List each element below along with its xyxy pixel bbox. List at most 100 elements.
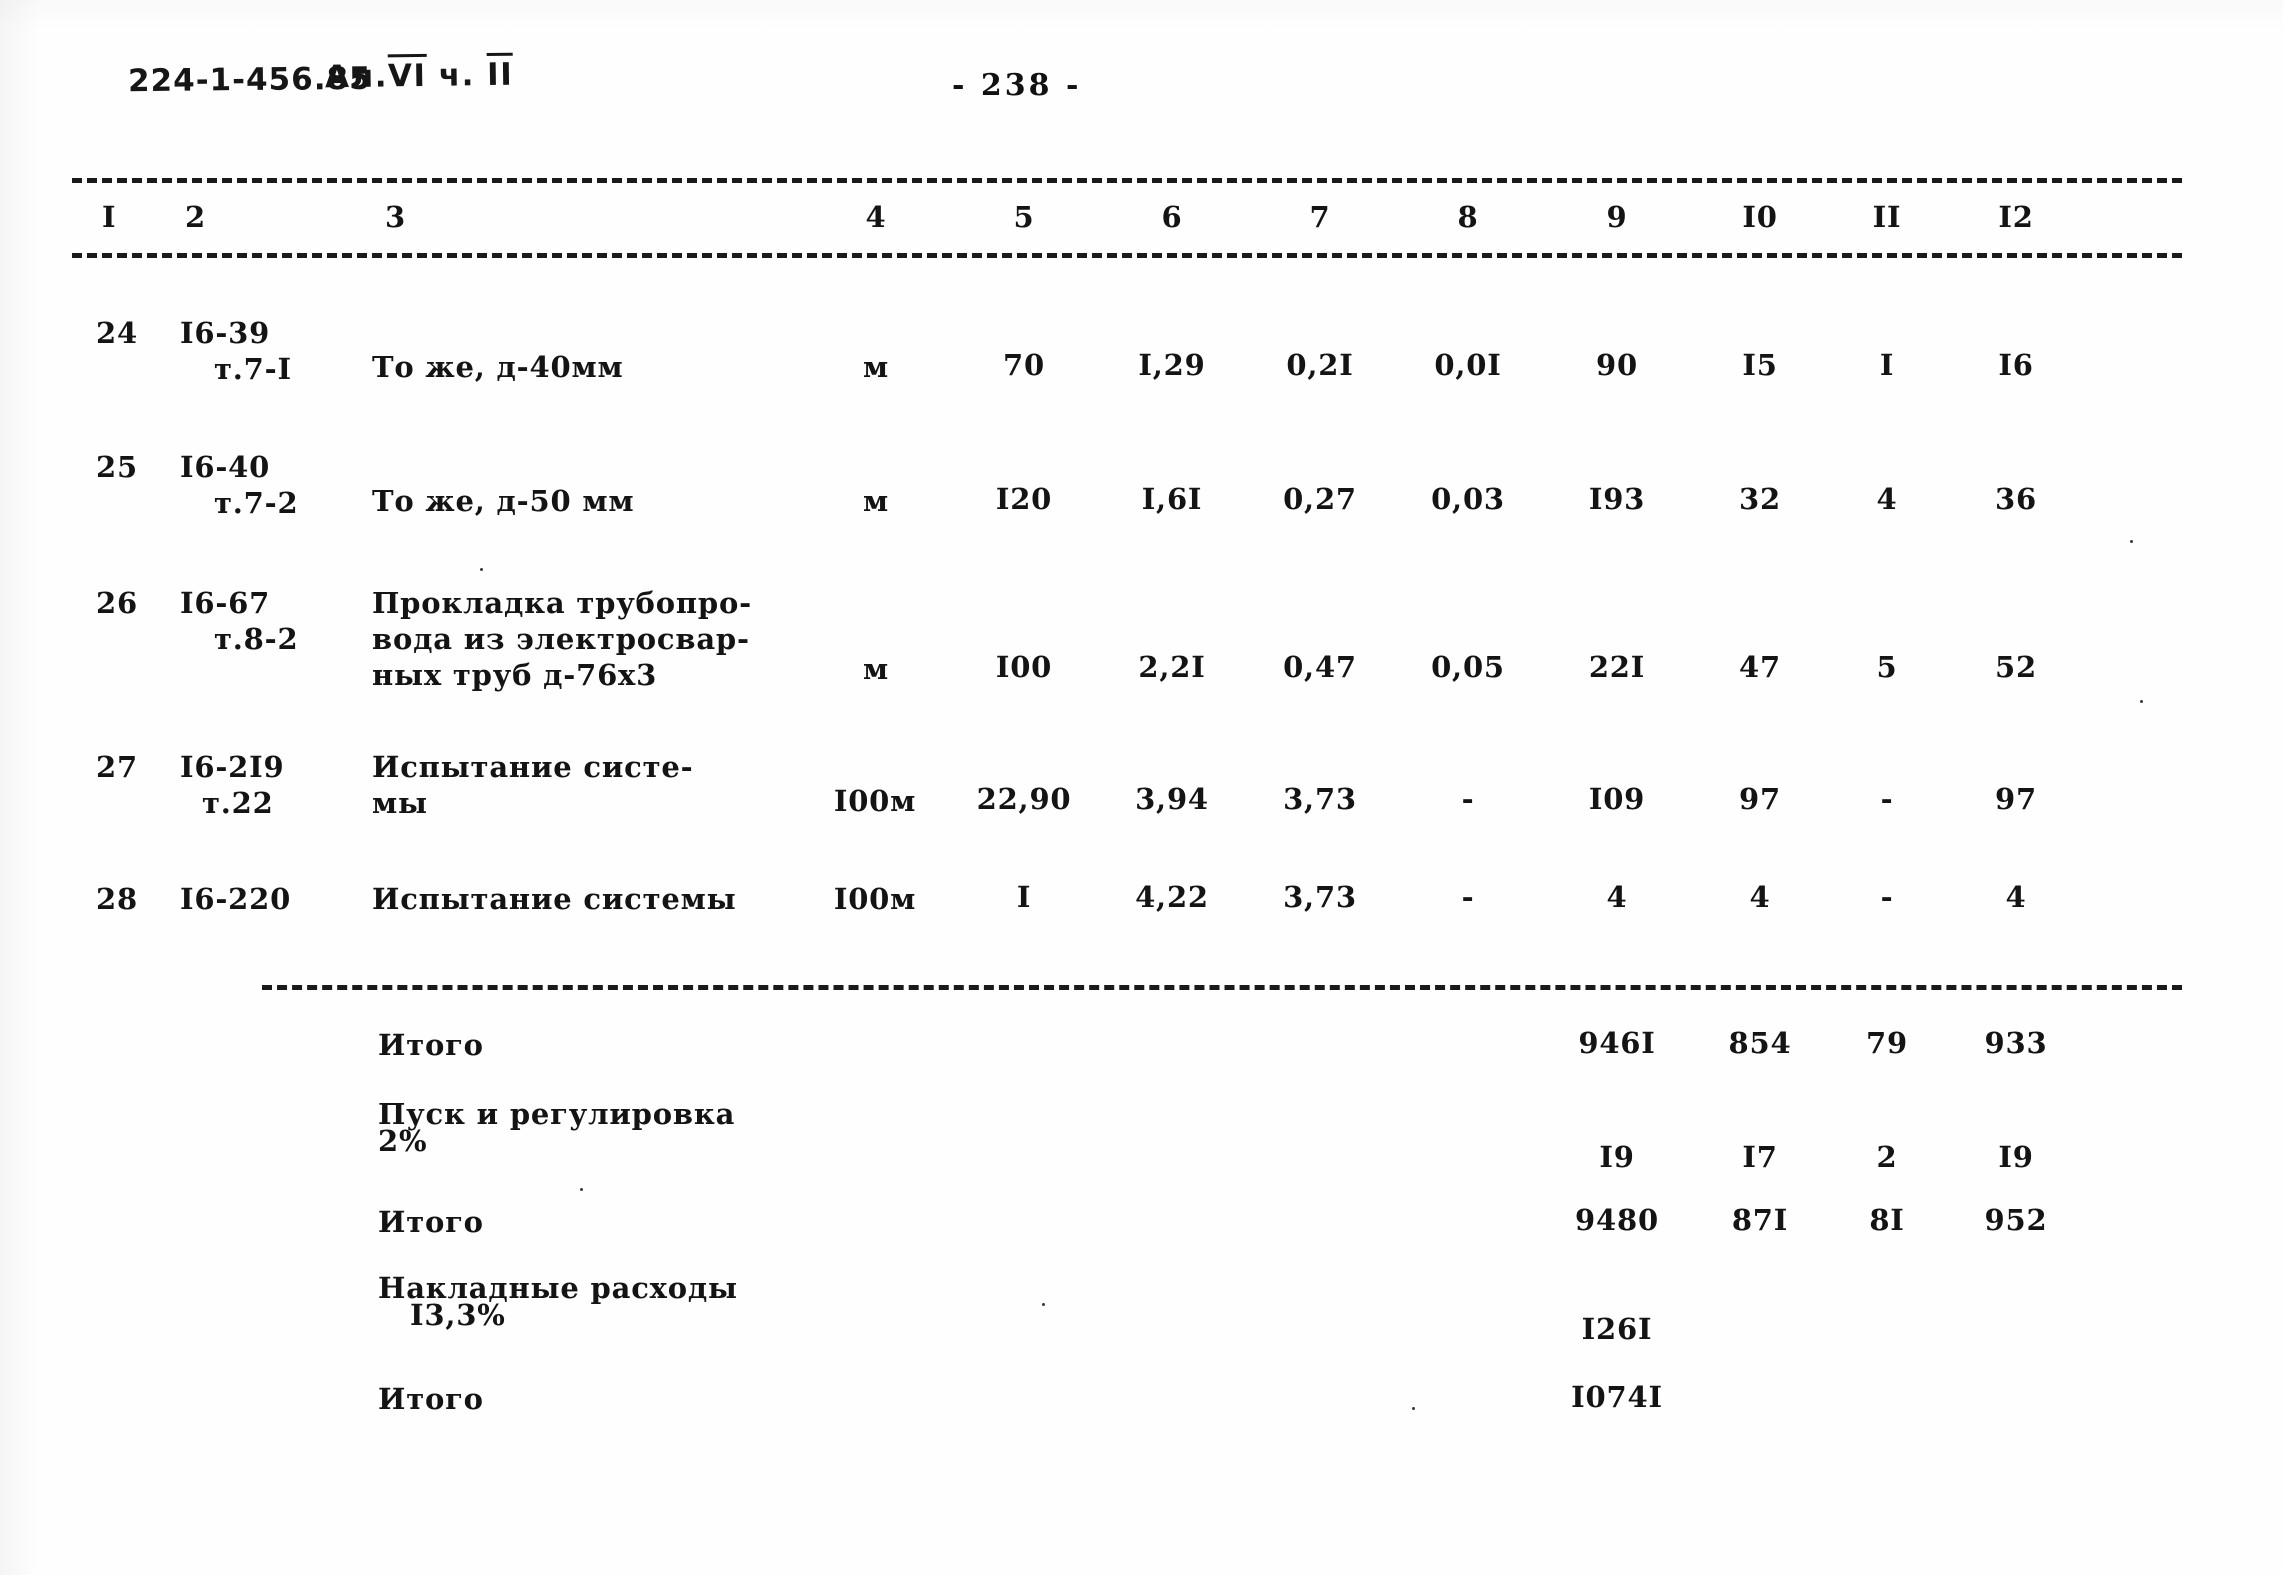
table-row-description: Испытание систе- (372, 750, 694, 784)
table-row-cell-5: 22,90 (976, 782, 1072, 816)
table-row-number: 28 (96, 882, 138, 916)
table-row-description: То же, д-50 мм (372, 484, 635, 518)
table-row-description: Прокладка трубопро- (372, 586, 752, 620)
table-row-cell-9: I09 (1588, 782, 1646, 816)
table-row-cell-12: 52 (1995, 650, 2037, 684)
table-row-cell-5: 70 (1003, 348, 1045, 382)
table-row-cell-12: I6 (1998, 348, 2034, 382)
table-row-unit: I00м (833, 882, 917, 916)
table-row-unit: I00м (833, 784, 917, 818)
scan-speck (580, 1188, 583, 1191)
table-row-cell-9: 22I (1588, 650, 1646, 684)
table-row-number: 26 (96, 586, 138, 620)
table-row-cell-6: 2,2I (1138, 650, 1206, 684)
column-header-4: 4 (865, 200, 887, 234)
table-row-code-line-1: I6-2I9 (180, 750, 285, 784)
summary-cell-11: 79 (1866, 1026, 1908, 1060)
table-row-cell-8: 0,03 (1431, 482, 1505, 516)
table-row-number: 25 (96, 450, 138, 484)
summary-cell-12: 952 (1984, 1203, 2048, 1237)
album-prefix: Ал. (324, 58, 389, 96)
summary-cell-10: 87I (1731, 1203, 1789, 1237)
table-row-cell-7: 0,47 (1283, 650, 1357, 684)
table-row-cell-11: 4 (1876, 482, 1898, 516)
column-header-7: 7 (1309, 200, 1331, 234)
table-row-cell-7: 0,2I (1286, 348, 1354, 382)
summary-cell-10: 854 (1728, 1026, 1792, 1060)
table-row-cell-12: 4 (2005, 880, 2027, 914)
summary-label: Итого (378, 1205, 484, 1239)
column-header-8: 8 (1457, 200, 1479, 234)
table-row-cell-11: I (1879, 348, 1895, 382)
column-header-9: 9 (1606, 200, 1628, 234)
table-row-number: 27 (96, 750, 138, 784)
summary-cell-10: I7 (1742, 1140, 1778, 1174)
table-row-cell-9: 4 (1606, 880, 1628, 914)
table-row-code-line-1: I6-39 (180, 316, 271, 350)
totals-separator-rule (262, 985, 2182, 990)
table-row-cell-8: - (1461, 782, 1475, 816)
table-row-cell-10: I5 (1742, 348, 1778, 382)
scan-speck (480, 568, 483, 571)
table-row-cell-6: I,6I (1141, 482, 1203, 516)
summary-label-percent: 2% (378, 1124, 428, 1158)
part-prefix: ч. (438, 57, 476, 94)
table-row-cell-10: 47 (1739, 650, 1781, 684)
scan-speck (1042, 1303, 1045, 1306)
page-number: - 238 - (952, 68, 1082, 103)
table-row-cell-5: I20 (995, 482, 1053, 516)
column-header-10: I0 (1742, 200, 1778, 234)
table-row-unit: м (863, 484, 889, 518)
table-row-cell-12: 36 (1995, 482, 2037, 516)
table-header-rule (72, 253, 2182, 258)
table-row-cell-7: 3,73 (1283, 782, 1357, 816)
scan-speck (2140, 700, 2143, 703)
table-row-cell-5: I (1016, 880, 1032, 914)
summary-cell-9: I26I (1581, 1312, 1653, 1346)
summary-label-percent: I3,3% (410, 1298, 506, 1332)
table-row-cell-7: 0,27 (1283, 482, 1357, 516)
table-row-description-line-3: ных труб д-76х3 (372, 658, 658, 692)
column-header-6: 6 (1161, 200, 1183, 234)
summary-label: Итого (378, 1028, 484, 1062)
document-page: 224-1-456.85 Ал.VI ч. II - 238 - I 2 3 4… (0, 0, 2283, 1575)
table-row-cell-7: 3,73 (1283, 880, 1357, 914)
table-row-description-line-2: вода из электросвар- (372, 622, 750, 656)
table-row-code-line-1: I6-220 (180, 882, 292, 916)
summary-cell-12: I9 (1998, 1140, 2034, 1174)
summary-cell-9: I9 (1599, 1140, 1635, 1174)
table-row-cell-10: 32 (1739, 482, 1781, 516)
table-row-cell-8: 0,0I (1434, 348, 1502, 382)
table-row-cell-11: - (1880, 782, 1894, 816)
table-row-cell-6: 4,22 (1135, 880, 1209, 914)
table-row-cell-9: 90 (1596, 348, 1638, 382)
column-header-12: I2 (1998, 200, 2034, 234)
part-roman-numeral: II (486, 52, 514, 94)
summary-cell-11: 2 (1876, 1140, 1898, 1174)
table-row-code-line-1: I6-40 (180, 450, 271, 484)
column-header-2: 2 (185, 200, 206, 234)
table-row-cell-6: I,29 (1138, 348, 1206, 382)
summary-cell-12: 933 (1984, 1026, 2048, 1060)
table-row-cell-10: 97 (1739, 782, 1781, 816)
column-header-1: I (102, 200, 117, 234)
summary-label: Итого (378, 1382, 484, 1416)
table-row-description: Испытание системы (372, 882, 737, 916)
table-row-unit: м (863, 350, 889, 384)
table-row-number: 24 (96, 316, 138, 350)
table-row-cell-9: I93 (1588, 482, 1646, 516)
table-row-cell-11: - (1880, 880, 1894, 914)
summary-cell-11: 8I (1869, 1203, 1905, 1237)
table-row-code-line-2: т.22 (202, 786, 274, 820)
table-row-description: То же, д-40мм (372, 350, 624, 384)
column-header-11: II (1872, 200, 1902, 234)
table-row-cell-8: - (1461, 880, 1475, 914)
column-header-3: 3 (385, 200, 406, 234)
summary-cell-9: I074I (1571, 1380, 1663, 1414)
album-roman-numeral: VI (387, 53, 427, 95)
table-top-rule (72, 178, 2182, 183)
table-row-cell-5: I00 (995, 650, 1053, 684)
table-row-cell-8: 0,05 (1431, 650, 1505, 684)
table-row-code-line-1: I6-67 (180, 586, 271, 620)
album-part-handwritten: Ал.VI ч. II (324, 52, 514, 96)
